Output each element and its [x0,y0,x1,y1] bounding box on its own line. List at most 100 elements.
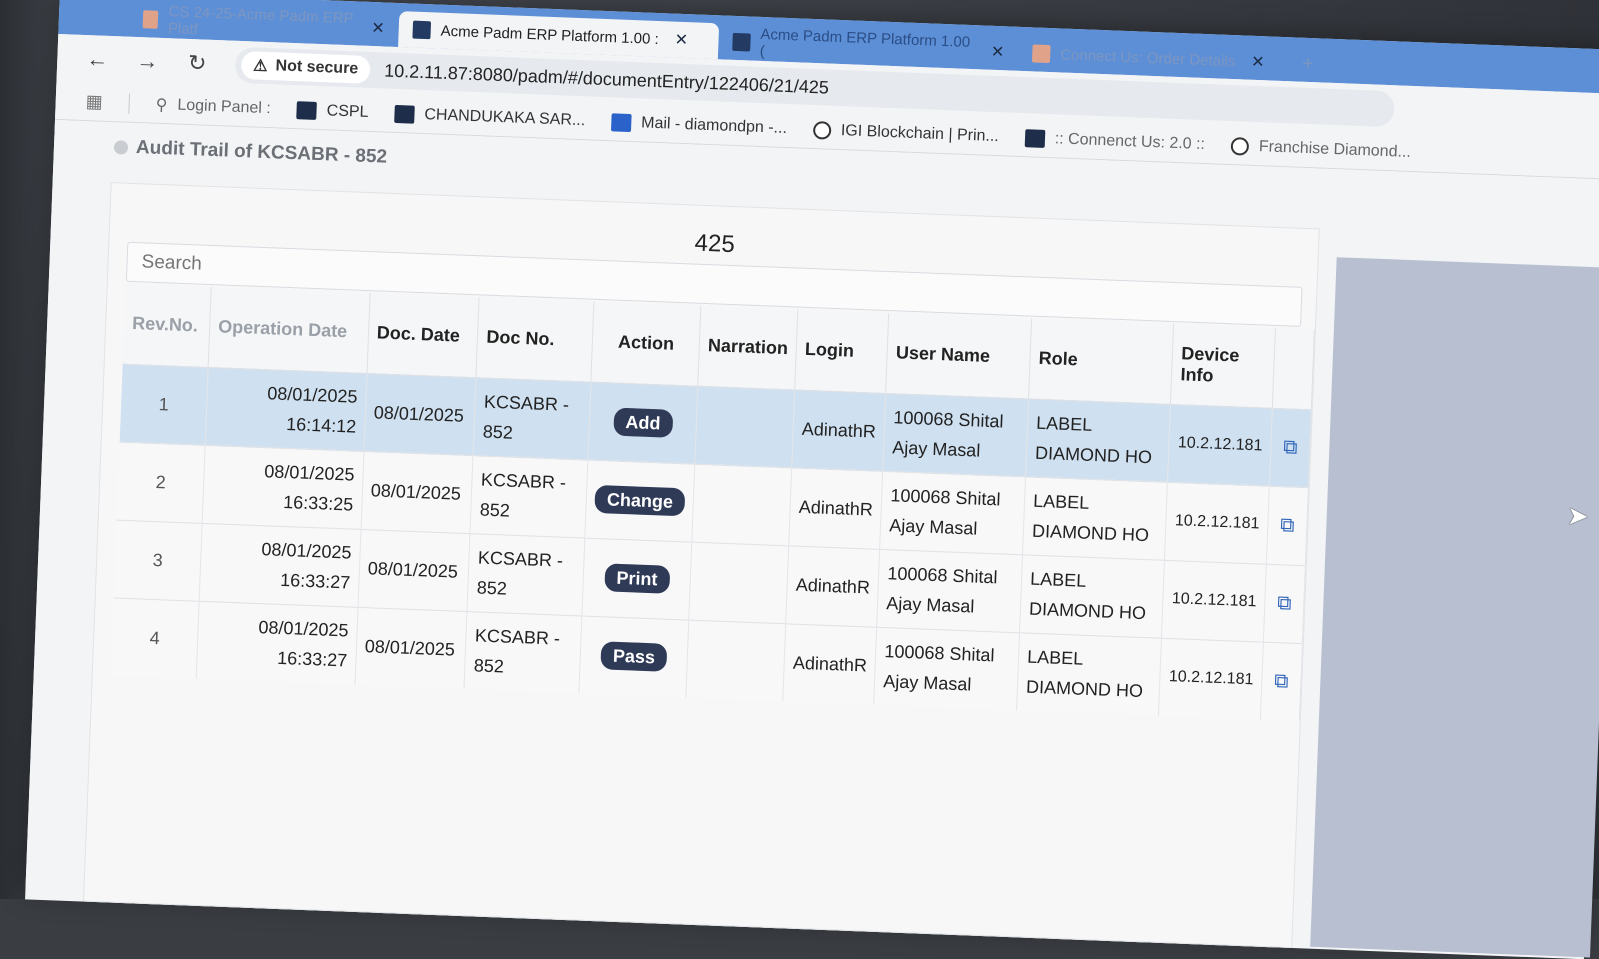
header-role[interactable]: Role [1028,318,1174,404]
tab-label: CS 24-25-Acme Padm ERP Platf [167,3,354,39]
cell-role: LABEL DIAMOND HO [1016,632,1162,716]
side-panel [1310,257,1599,958]
mouse-cursor-icon: ➤ [1566,500,1590,532]
user-name-line: 100068 Shital [890,485,1001,510]
bookmark-label: Franchise Diamond... [1258,137,1412,161]
cell-link: ⧉ [1266,485,1309,566]
bookmark-label: CSPL [326,101,369,121]
role-line: DIAMOND HO [1034,442,1153,468]
cell-link: ⧉ [1269,407,1312,488]
bookmark-label: Mail - diamondpn -... [640,113,788,137]
cell-doc-no: KCSABR - 852 [473,377,592,460]
header-narration[interactable]: Narration [697,305,798,390]
doc-no-line: 852 [473,655,505,677]
cell-doc-date: 08/01/2025 [363,373,477,456]
external-link-icon[interactable]: ⧉ [1283,436,1298,459]
header-action[interactable]: Action [591,301,702,386]
bookmark-mail[interactable]: Mail - diamondpn -... [610,112,788,138]
cell-user-name: 100068 Shital Ajay Masal [882,393,1029,477]
site-icon [1024,128,1046,148]
role-line: DIAMOND HO [1031,520,1150,546]
site-icon [394,104,415,124]
bookmark-login-panel[interactable]: ⚲ Login Panel : [155,94,271,118]
favicon-icon [732,32,751,52]
role-line: LABEL [1035,412,1093,435]
user-name-line: 100068 Shital [884,641,995,666]
header-user-name[interactable]: User Name [885,313,1032,399]
bookmark-igi[interactable]: IGI Blockchain | Prin... [812,120,999,146]
outlook-icon [610,112,632,132]
back-icon[interactable]: ← [85,46,110,73]
globe-icon [1230,136,1250,156]
cell-role: LABEL DIAMOND HO [1025,398,1171,482]
cell-operation-date: 08/01/2025 16:33:27 [199,522,361,607]
doc-no-line: 852 [476,577,508,599]
bookmark-label: :: Connenct Us: 2.0 :: [1054,129,1206,153]
operation-time: 16:14:12 [285,414,357,437]
cell-doc-no: KCSABR - 852 [467,533,586,616]
role-line: DIAMOND HO [1028,598,1147,624]
bookmark-connect-us[interactable]: :: Connenct Us: 2.0 :: [1024,128,1206,154]
cell-rev: 1 [119,363,209,445]
cell-narration [694,385,795,468]
cell-operation-date: 08/01/2025 16:33:25 [202,444,364,529]
page-content: Audit Trail of KCSABR - 852 425 🔍︎ Rev.N… [25,119,1599,959]
external-link-icon[interactable]: ⧉ [1277,592,1292,615]
external-link-icon[interactable]: ⧉ [1274,670,1289,693]
url-text[interactable]: 10.2.11.87:8080/padm/#/documentEntry/122… [384,60,829,98]
favicon-icon [1031,44,1051,64]
header-doc-date[interactable]: Doc. Date [366,293,480,378]
header-login[interactable]: Login [794,309,889,394]
doc-no-line: 852 [479,499,511,521]
external-link-icon[interactable]: ⧉ [1280,514,1295,537]
user-name-line: 100068 Shital [887,563,998,588]
header-operation-date[interactable]: Operation Date [208,287,370,374]
close-icon[interactable]: ✕ [1251,52,1265,72]
cell-narration [685,619,786,702]
cell-user-name: 100068 Shital Ajay Masal [879,470,1026,555]
header-device-info[interactable]: Device Info [1170,324,1276,408]
cell-login: AdinathR [782,623,877,705]
cell-narration [691,463,792,546]
site-icon [296,100,318,120]
forward-icon[interactable]: → [135,48,160,75]
cell-action: Print [582,537,692,620]
security-chip[interactable]: ⚠ Not secure [240,51,371,84]
operation-time: 16:33:25 [282,491,354,515]
role-line: LABEL [1029,568,1087,591]
bookmark-cspl[interactable]: CSPL [296,100,369,122]
new-tab-button[interactable]: + [1301,46,1315,82]
bookmark-chandukaka[interactable]: CHANDUKAKA SAR... [394,104,586,129]
bookmark-label: Login Panel : [177,96,272,117]
browser-window: CS 24-25-Acme Padm ERP Platf ✕ Acme Padm… [25,0,1599,959]
close-icon[interactable]: ✕ [991,42,1005,62]
cell-narration [688,541,789,624]
user-name-line: Ajay Masal [885,593,975,617]
cell-doc-no: KCSABR - 852 [464,611,583,694]
cell-action: Pass [579,615,689,698]
operation-time: 16:33:27 [276,648,348,671]
cell-operation-date: 08/01/2025 16:14:12 [205,366,367,452]
role-line: LABEL [1032,490,1090,513]
cell-device-info: 10.2.12.181 [1164,481,1270,564]
header-rev-no[interactable]: Rev.No. [122,283,212,367]
warning-icon: ⚠ [252,57,268,76]
header-doc-no[interactable]: Doc No. [476,297,595,382]
reload-icon[interactable]: ↻ [185,50,210,77]
apps-grid-icon[interactable]: ▦ [85,91,103,113]
favicon-icon [412,20,432,40]
cell-role: LABEL DIAMOND HO [1022,476,1168,560]
user-name-line: Ajay Masal [888,515,978,539]
user-name-line: Ajay Masal [891,437,981,461]
operation-time: 16:33:27 [279,569,351,593]
action-badge: Change [594,484,686,517]
cell-login: AdinathR [788,467,883,549]
bookmark-franchise[interactable]: Franchise Diamond... [1230,136,1412,162]
role-line: DIAMOND HO [1025,676,1144,702]
favicon-icon [142,10,159,29]
audit-table: Rev.No. Operation Date Doc. Date Doc No.… [110,283,1315,722]
cell-action: Add [588,381,698,464]
close-icon[interactable]: ✕ [674,30,688,50]
page-title-text: Audit Trail of KCSABR - 852 [135,137,388,168]
close-icon[interactable]: ✕ [371,18,385,38]
